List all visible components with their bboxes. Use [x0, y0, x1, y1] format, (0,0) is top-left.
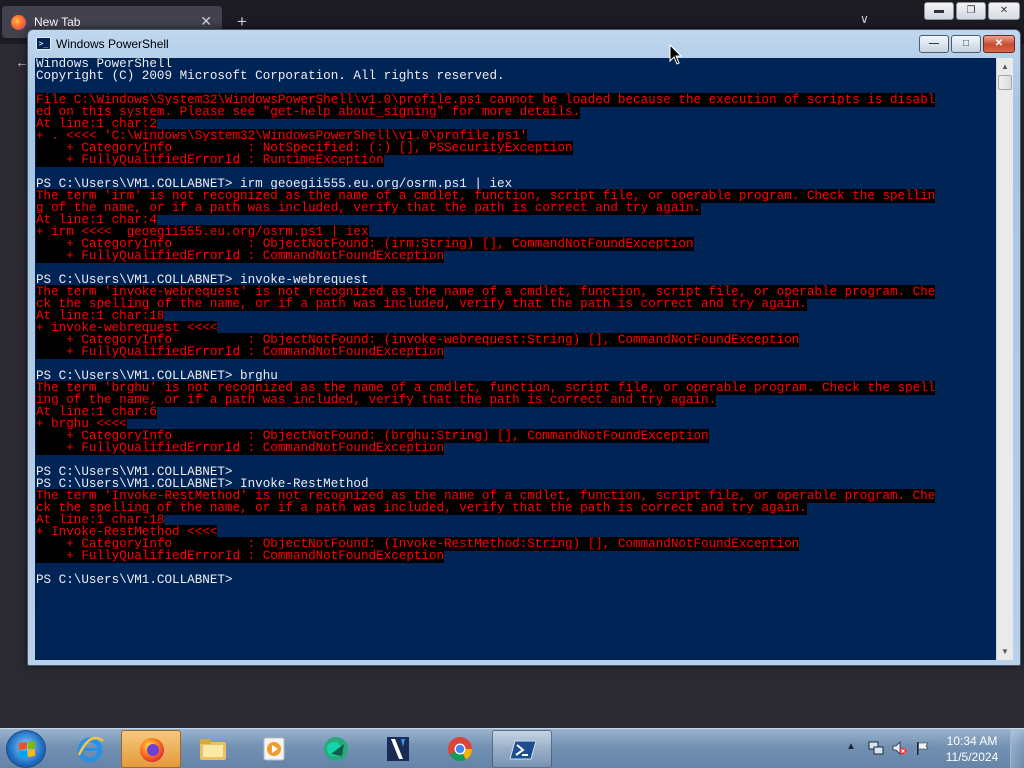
taskbar-ie[interactable]: [60, 730, 120, 768]
chrome-icon: [448, 737, 472, 762]
console-error-line: At line:1 char:6: [36, 405, 996, 419]
browser-tab-label: New Tab: [34, 15, 81, 29]
console-error-line: ck the spelling of the name, or if a pat…: [36, 501, 996, 515]
tab-close-icon[interactable]: ✕: [200, 13, 212, 30]
scroll-up-icon[interactable]: ▲: [997, 58, 1013, 75]
action-center-flag-icon[interactable]: [914, 740, 930, 756]
taskbar-media-player[interactable]: [244, 730, 304, 768]
console-output-line: Copyright (C) 2009 Microsoft Corporation…: [36, 69, 996, 83]
start-button[interactable]: [6, 730, 46, 768]
ie-icon: [77, 736, 104, 763]
taskbar-chrome[interactable]: [430, 730, 490, 768]
console-line-text: + FullyQualifiedErrorId : RuntimeExcepti…: [36, 153, 384, 167]
vertical-scrollbar[interactable]: ▲ ▼: [996, 58, 1013, 660]
browser-maximize-button[interactable]: ❐: [956, 2, 986, 20]
scroll-down-icon[interactable]: ▼: [997, 643, 1013, 660]
tray-expand-icon[interactable]: ▲: [846, 741, 856, 752]
powershell-icon: [509, 740, 537, 760]
console-error-line: + FullyQualifiedErrorId : CommandNotFoun…: [36, 549, 996, 563]
console-line-text: + FullyQualifiedErrorId : CommandNotFoun…: [36, 345, 445, 359]
close-button[interactable]: ✕: [983, 35, 1015, 53]
browser-window-controls: ▬ ❐ ✕: [924, 2, 1020, 20]
taskbar: ▲ 10:34 AM 11/5/2024: [0, 728, 1024, 768]
taskbar-powershell[interactable]: [492, 730, 552, 768]
mouse-cursor-icon: [669, 44, 683, 65]
console-error-line: + FullyQualifiedErrorId : CommandNotFoun…: [36, 441, 996, 455]
console-line-text: + FullyQualifiedErrorId : CommandNotFoun…: [36, 549, 445, 563]
video-editor-icon: [387, 737, 409, 761]
clock-time: 10:34 AM: [946, 734, 998, 748]
console-error-line: g of the name, or if a path was included…: [36, 201, 996, 215]
taskbar-clock[interactable]: 10:34 AM 11/5/2024: [944, 733, 1000, 765]
windows-logo-icon: [19, 741, 35, 758]
taskbar-explorer[interactable]: [183, 730, 243, 768]
browser-close-button[interactable]: ✕: [988, 2, 1020, 20]
powershell-title-icon: >_: [36, 37, 51, 50]
console-output-line: PS C:\Users\VM1.COLLABNET>: [36, 573, 996, 587]
browser-minimize-button[interactable]: ▬: [924, 2, 954, 20]
console-lines: Windows PowerShell Copyright (C) 2009 Mic…: [36, 58, 996, 586]
show-desktop-button[interactable]: [1010, 729, 1024, 768]
firefox-tab-icon: [11, 15, 26, 30]
console-error-line: ck the spelling of the name, or if a pat…: [36, 297, 996, 311]
tab-list-chevron-icon[interactable]: ∨: [860, 12, 869, 26]
powershell-titlebar[interactable]: >_ Windows PowerShell — □ ✕: [28, 30, 1020, 57]
volume-muted-icon[interactable]: [891, 740, 907, 756]
console-error-line: + FullyQualifiedErrorId : CommandNotFoun…: [36, 249, 996, 263]
taskbar-green-app[interactable]: [306, 730, 366, 768]
minimize-button[interactable]: —: [919, 35, 949, 53]
green-app-icon: [324, 737, 348, 761]
file-explorer-icon: [200, 739, 226, 760]
console-error-line: ed on this system. Please see "get-help …: [36, 105, 996, 119]
powershell-window: >_ Windows PowerShell — □ ✕ Windows Powe…: [27, 29, 1021, 666]
console-output[interactable]: Windows PowerShell Copyright (C) 2009 Mic…: [35, 58, 996, 660]
clock-date: 11/5/2024: [945, 750, 999, 764]
taskbar-firefox[interactable]: [121, 730, 181, 768]
scrollbar-thumb[interactable]: [998, 75, 1012, 90]
firefox-icon: [140, 738, 164, 762]
console-error-line: + FullyQualifiedErrorId : RuntimeExcepti…: [36, 153, 996, 167]
window-controls: — □ ✕: [919, 35, 1015, 53]
taskbar-video-editor[interactable]: [368, 730, 428, 768]
network-icon[interactable]: [868, 740, 884, 756]
console-line-text: + FullyQualifiedErrorId : CommandNotFoun…: [36, 249, 445, 263]
console-error-line: ing of the name, or if a path was includ…: [36, 393, 996, 407]
console-line-text: PS C:\Users\VM1.COLLABNET>: [36, 573, 233, 587]
console-error-line: + FullyQualifiedErrorId : CommandNotFoun…: [36, 345, 996, 359]
console-line-text: + FullyQualifiedErrorId : CommandNotFoun…: [36, 441, 445, 455]
maximize-button[interactable]: □: [951, 35, 981, 53]
window-title: Windows PowerShell: [56, 37, 169, 51]
console-line-text: Copyright (C) 2009 Microsoft Corporation…: [36, 69, 505, 83]
media-player-icon: [263, 737, 285, 761]
